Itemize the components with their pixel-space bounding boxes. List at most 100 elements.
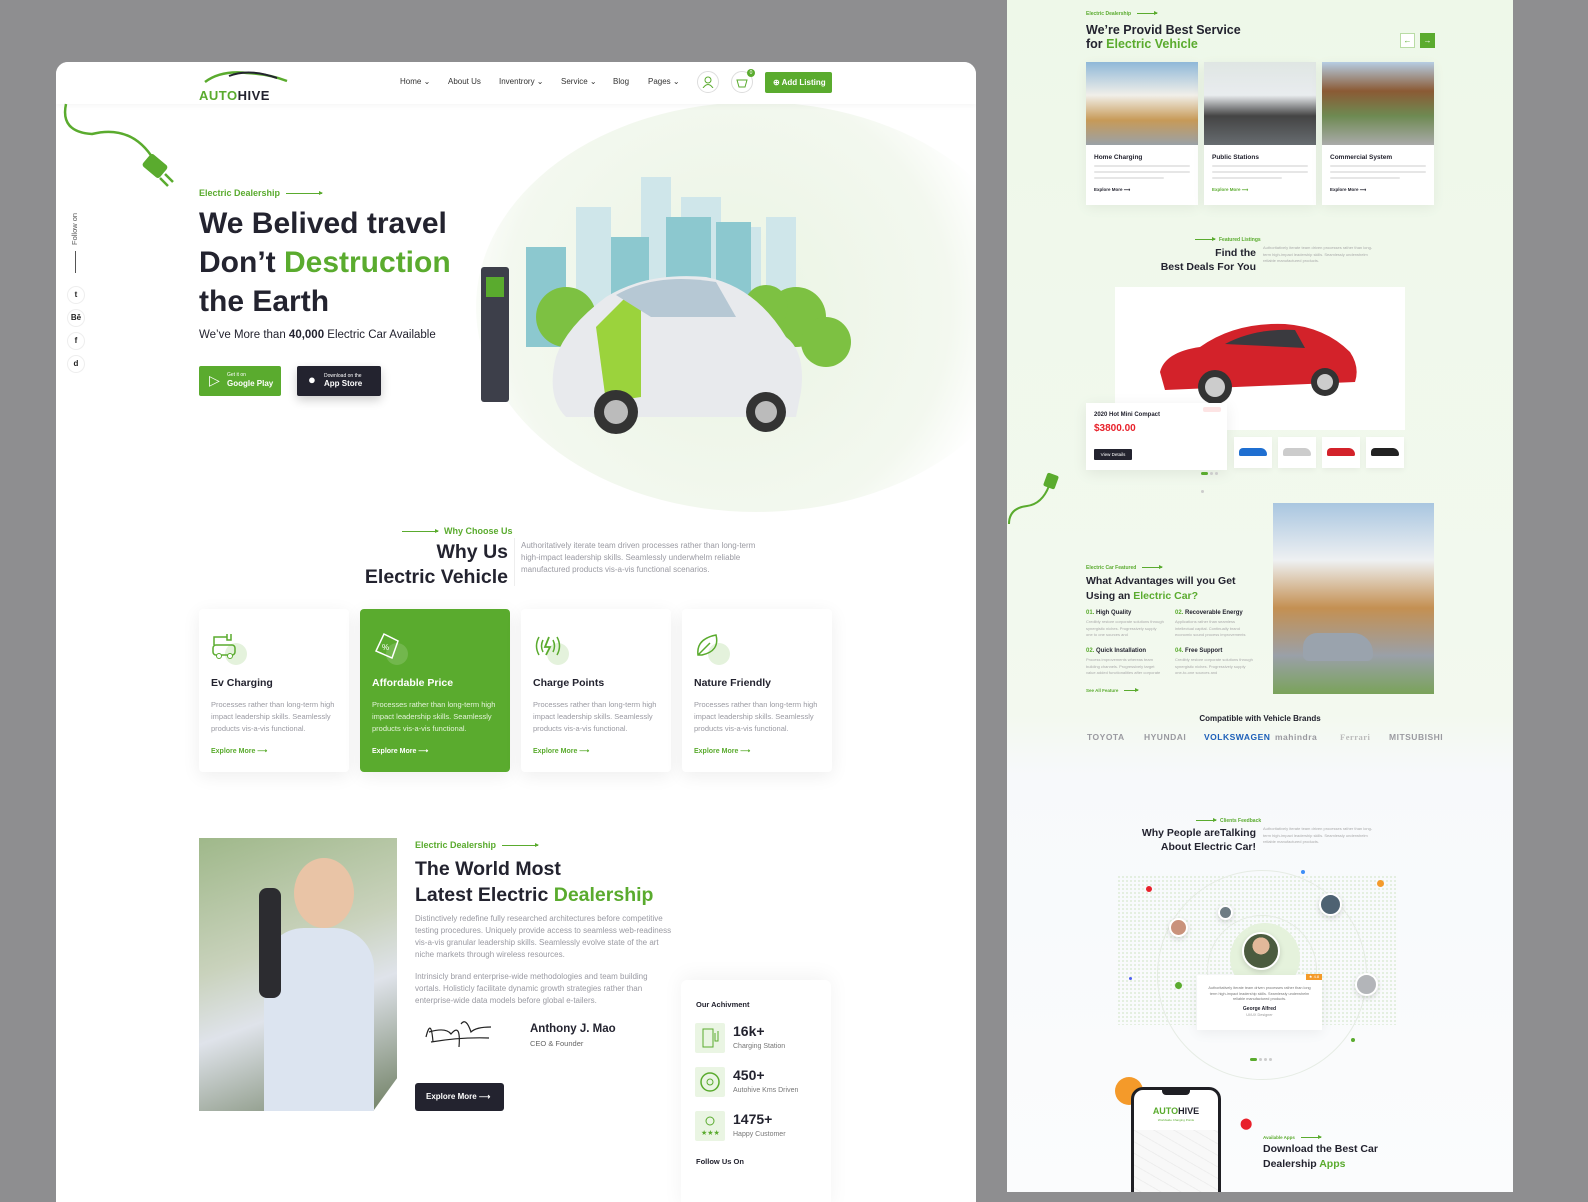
home-charging-image xyxy=(1086,62,1198,145)
app-title: Download the Best Car Dealership Apps xyxy=(1263,1143,1378,1170)
stat-charging-station: 16k+ Charging Station xyxy=(695,1023,825,1059)
logo[interactable]: AUTOHIVE xyxy=(199,70,289,103)
testimonial-card: ★ 4.8 Authoritatively iterate team drive… xyxy=(1197,974,1322,1030)
behance-icon[interactable]: Bē xyxy=(67,309,85,327)
rating-badge: ★ 4.8 xyxy=(1306,974,1322,980)
avatar[interactable] xyxy=(1319,893,1342,916)
leaf-icon xyxy=(697,634,718,656)
svg-text:★★★: ★★★ xyxy=(701,1129,720,1137)
commercial-system-image xyxy=(1322,62,1434,145)
user-icon[interactable] xyxy=(697,71,719,93)
homepage-panel: AUTOHIVE Home ⌄ About Us Inventrory ⌄ Se… xyxy=(56,62,976,1202)
carousel-dot[interactable] xyxy=(1259,1058,1262,1061)
feature-card-nature-friendly[interactable]: Nature Friendly Processes rather than lon… xyxy=(682,609,832,772)
service-card-home-charging[interactable]: Home Charging Explore More ⟶ xyxy=(1086,62,1198,205)
feature-card-charge-points[interactable]: Charge Points Processes rather than long-… xyxy=(521,609,671,772)
avatar[interactable] xyxy=(1355,973,1378,996)
carousel-dot[interactable] xyxy=(1201,490,1204,493)
map-pin-icon: ⬤ xyxy=(1240,1118,1253,1130)
services-title: We’re Provid Best Service for Electric Ve… xyxy=(1086,23,1241,51)
advantage-free-support: 04. Free Support Credibly restore corpora… xyxy=(1175,648,1253,675)
hero-label: Electric Dealership xyxy=(199,188,324,198)
see-all-feature-link[interactable]: See All Feature xyxy=(1086,688,1140,693)
avatar[interactable] xyxy=(1169,918,1188,937)
thumbnail-black-car[interactable] xyxy=(1366,437,1404,468)
carousel-dot[interactable] xyxy=(1215,472,1218,475)
inner-pages-panel: Electric Dealership We’re Provid Best Se… xyxy=(1007,0,1513,1192)
about-title: The World Most Latest Electric Dealership xyxy=(415,858,654,906)
achievement-card: Our Achivment 16k+ Charging Station 450+ A… xyxy=(681,980,831,1202)
app-store-button[interactable]: ● Download on the App Store xyxy=(297,366,381,396)
testimonial-carousel-dots xyxy=(1250,1048,1275,1061)
about-paragraph-2: Intrinsicly brand enterprise-wide method… xyxy=(415,972,648,1005)
carousel-dot[interactable] xyxy=(1264,1058,1267,1061)
nav-blog[interactable]: Blog xyxy=(613,77,629,86)
carousel-dot[interactable] xyxy=(1250,1058,1257,1061)
featured-label: Featured Listings xyxy=(1195,237,1261,243)
achievement-title: Our Achivment xyxy=(696,1000,750,1009)
signature xyxy=(425,1021,492,1048)
car-logo-icon xyxy=(204,71,288,84)
service-card-public-stations[interactable]: Public Stations Explore More ⟶ xyxy=(1204,62,1316,205)
nav-about[interactable]: About Us xyxy=(448,77,481,86)
navbar: AUTOHIVE Home ⌄ About Us Inventrory ⌄ Se… xyxy=(56,62,976,104)
testimonials-title: Why People areTalking About Electric Car! xyxy=(1141,827,1256,853)
featured-title: Find the Best Deals For You xyxy=(1160,247,1256,273)
customer-icon: ★★★ xyxy=(695,1111,725,1141)
why-title: Why Us Electric Vehicle xyxy=(364,541,508,588)
house-charging-image xyxy=(1273,503,1434,694)
avatar-george[interactable] xyxy=(1242,932,1280,970)
plug-cable-icon xyxy=(63,103,174,187)
discord-icon[interactable]: d xyxy=(67,355,85,373)
advantage-quick-installation: 02. Quick Installation Process improvemen… xyxy=(1086,648,1161,675)
feature-card-ev-charging[interactable]: Ev Charging Processes rather than long-te… xyxy=(199,609,349,772)
brand-mahindra: mahindra xyxy=(1275,732,1318,742)
advantages-title: What Advantages will you Get Using an Ele… xyxy=(1086,575,1236,602)
carousel-dot[interactable] xyxy=(1269,1058,1272,1061)
twitter-icon[interactable]: t xyxy=(67,286,85,304)
svg-text:%: % xyxy=(382,643,389,652)
founder-name: Anthony J. Mao xyxy=(530,1023,616,1035)
add-listing-button[interactable]: ⊕ Add Listing xyxy=(765,72,832,93)
brands-title: Compatible with Vehicle Brands xyxy=(1199,714,1321,723)
divider xyxy=(514,538,515,586)
steering-wheel-icon xyxy=(695,1067,725,1097)
carousel-dot[interactable] xyxy=(1201,472,1208,475)
explore-more-link: Explore More ⟶ xyxy=(694,748,751,755)
testimonials-label: Clients Feedback xyxy=(1196,818,1261,824)
red-sedan-image xyxy=(1160,323,1357,404)
app-label: Available Apps xyxy=(1263,1135,1322,1140)
prev-arrow-button[interactable]: ← xyxy=(1400,33,1415,48)
cart-icon[interactable]: 0 xyxy=(731,69,755,93)
founder-role: CEO & Founder xyxy=(530,1039,584,1048)
facebook-icon[interactable]: f xyxy=(67,332,85,350)
carousel-dot[interactable] xyxy=(1210,472,1213,475)
cart-count-badge: 0 xyxy=(747,69,755,77)
car-name: 2020 Hot Mini Compact xyxy=(1094,412,1161,418)
next-arrow-button[interactable]: → xyxy=(1420,33,1435,48)
brand-toyota: TOYOTA xyxy=(1087,732,1125,742)
feature-card-affordable-price[interactable]: % Affordable Price Processes rather than … xyxy=(360,609,510,772)
nav-pages[interactable]: Pages ⌄ xyxy=(648,77,680,86)
why-label: Why Choose Us xyxy=(402,526,513,536)
plus-circle-icon: ⊕ xyxy=(773,78,780,87)
service-card-commercial-system[interactable]: Commercial System Explore More ⟶ xyxy=(1322,62,1434,205)
price-tag-icon: % xyxy=(374,632,399,660)
charging-station-icon xyxy=(695,1023,725,1053)
hero-subtitle: We’ve More than 40,000 Electric Car Avai… xyxy=(199,329,436,341)
nav-inventory[interactable]: Inventrory ⌄ xyxy=(499,77,544,86)
about-paragraph-1: Distinctively redefine fully researched … xyxy=(415,914,672,959)
thumbnail-blue-car[interactable] xyxy=(1234,437,1272,468)
avatar[interactable] xyxy=(1218,905,1233,920)
car-info-card: 2020 Hot Mini Compact $3800.00 View Deta… xyxy=(1086,403,1227,493)
nav-service[interactable]: Service ⌄ xyxy=(561,77,597,86)
view-details-button[interactable]: View Details xyxy=(1094,449,1132,460)
thumbnail-white-suv[interactable] xyxy=(1278,437,1316,468)
nav-home[interactable]: Home ⌄ xyxy=(400,77,430,86)
advantage-high-quality: 01. High Quality Credibly restore corpora… xyxy=(1086,610,1164,637)
explore-more-button[interactable]: Explore More ⟶ xyxy=(415,1083,504,1111)
google-play-button[interactable]: ▷ Get it on Google Play xyxy=(199,366,281,396)
why-description: Authoritatively iterate team driven proc… xyxy=(521,541,756,574)
thumbnail-red-car[interactable] xyxy=(1322,437,1360,468)
testimonial-role: UI/UX Designer xyxy=(1246,1012,1273,1017)
